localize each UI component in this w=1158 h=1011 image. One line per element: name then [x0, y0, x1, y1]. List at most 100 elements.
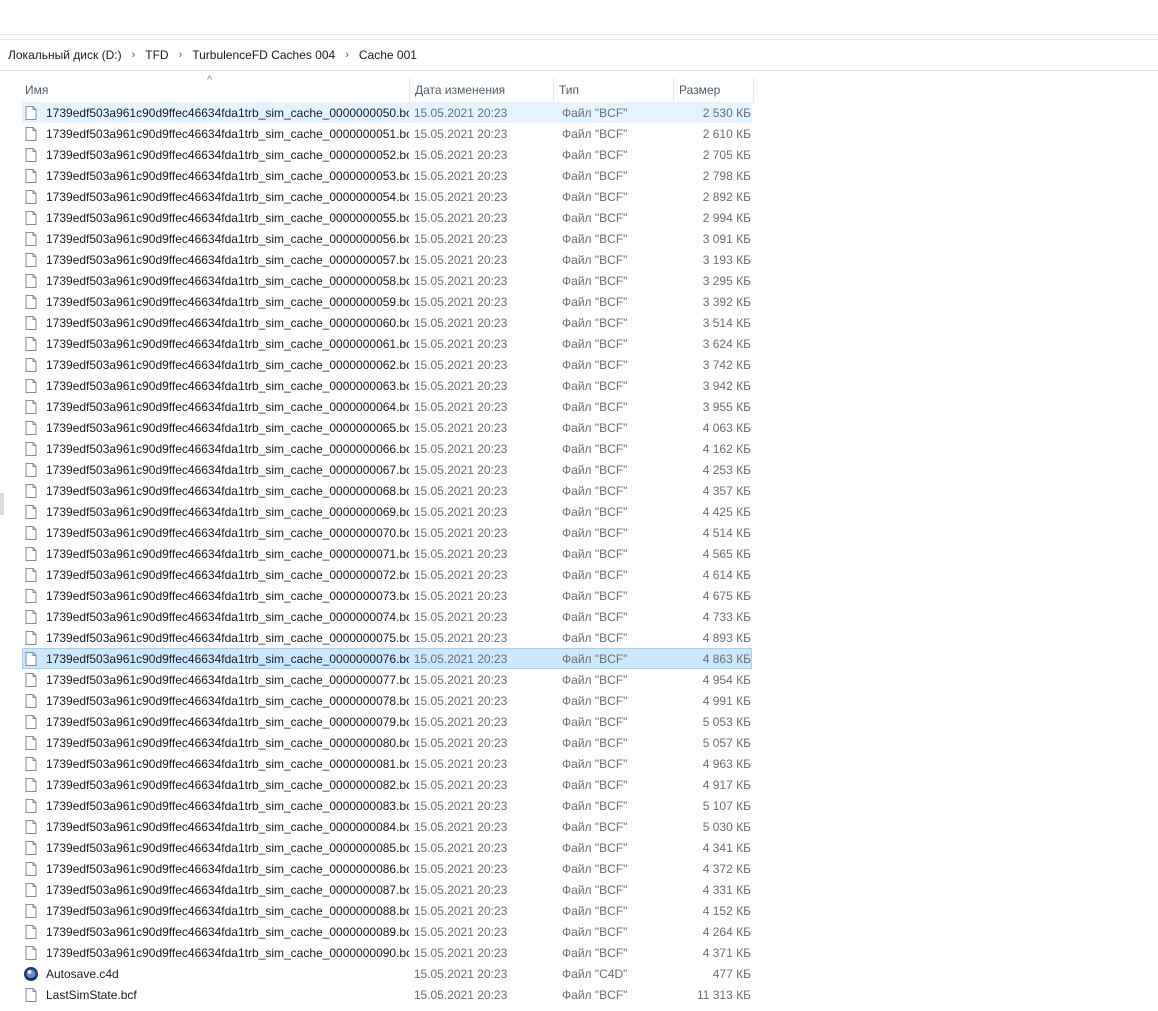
file-name-cell[interactable]: 1739edf503a961c90d9ffec46634fda1trb_sim_…: [23, 861, 409, 877]
file-name-cell[interactable]: Autosave.c4d: [23, 966, 409, 982]
file-name-cell[interactable]: 1739edf503a961c90d9ffec46634fda1trb_sim_…: [23, 840, 409, 856]
file-row[interactable]: 1739edf503a961c90d9ffec46634fda1trb_sim_…: [22, 291, 752, 312]
file-row[interactable]: 1739edf503a961c90d9ffec46634fda1trb_sim_…: [22, 711, 752, 732]
file-row[interactable]: 1739edf503a961c90d9ffec46634fda1trb_sim_…: [22, 543, 752, 564]
file-row[interactable]: 1739edf503a961c90d9ffec46634fda1trb_sim_…: [22, 207, 752, 228]
file-row[interactable]: 1739edf503a961c90d9ffec46634fda1trb_sim_…: [22, 837, 752, 858]
file-name-cell[interactable]: 1739edf503a961c90d9ffec46634fda1trb_sim_…: [23, 546, 409, 562]
file-name-cell[interactable]: 1739edf503a961c90d9ffec46634fda1trb_sim_…: [23, 315, 409, 331]
file-name-cell[interactable]: 1739edf503a961c90d9ffec46634fda1trb_sim_…: [23, 777, 409, 793]
file-name-cell[interactable]: 1739edf503a961c90d9ffec46634fda1trb_sim_…: [23, 903, 409, 919]
chevron-right-icon[interactable]: ›: [339, 49, 355, 61]
file-name-cell[interactable]: 1739edf503a961c90d9ffec46634fda1trb_sim_…: [23, 252, 409, 268]
column-header-type[interactable]: Тип: [554, 78, 674, 102]
file-row[interactable]: 1739edf503a961c90d9ffec46634fda1trb_sim_…: [22, 564, 752, 585]
file-row[interactable]: 1739edf503a961c90d9ffec46634fda1trb_sim_…: [22, 312, 752, 333]
file-row[interactable]: 1739edf503a961c90d9ffec46634fda1trb_sim_…: [22, 942, 752, 963]
file-row[interactable]: 1739edf503a961c90d9ffec46634fda1trb_sim_…: [22, 753, 752, 774]
column-header-date[interactable]: Дата изменения: [410, 78, 554, 102]
breadcrumb-current-folder[interactable]: Cache 001: [355, 48, 421, 62]
file-name-cell[interactable]: LastSimState.bcf: [23, 987, 409, 1003]
file-name-cell[interactable]: 1739edf503a961c90d9ffec46634fda1trb_sim_…: [23, 126, 409, 142]
file-name-cell[interactable]: 1739edf503a961c90d9ffec46634fda1trb_sim_…: [23, 735, 409, 751]
file-row[interactable]: 1739edf503a961c90d9ffec46634fda1trb_sim_…: [22, 228, 752, 249]
file-name-cell[interactable]: 1739edf503a961c90d9ffec46634fda1trb_sim_…: [23, 336, 409, 352]
file-row[interactable]: 1739edf503a961c90d9ffec46634fda1trb_sim_…: [22, 396, 752, 417]
file-name-cell[interactable]: 1739edf503a961c90d9ffec46634fda1trb_sim_…: [23, 294, 409, 310]
file-name-cell[interactable]: 1739edf503a961c90d9ffec46634fda1trb_sim_…: [23, 147, 409, 163]
file-name-cell[interactable]: 1739edf503a961c90d9ffec46634fda1trb_sim_…: [23, 525, 409, 541]
file-row[interactable]: 1739edf503a961c90d9ffec46634fda1trb_sim_…: [22, 501, 752, 522]
file-name-cell[interactable]: 1739edf503a961c90d9ffec46634fda1trb_sim_…: [23, 567, 409, 583]
breadcrumb-drive[interactable]: Локальный диск (D:): [0, 48, 126, 62]
file-row[interactable]: 1739edf503a961c90d9ffec46634fda1trb_sim_…: [22, 669, 752, 690]
chevron-right-icon[interactable]: ›: [173, 49, 189, 61]
file-name-cell[interactable]: 1739edf503a961c90d9ffec46634fda1trb_sim_…: [23, 399, 409, 415]
file-row[interactable]: 1739edf503a961c90d9ffec46634fda1trb_sim_…: [22, 690, 752, 711]
file-row[interactable]: LastSimState.bcf 15.05.2021 20:23 Файл "BC…: [22, 984, 752, 1005]
file-row[interactable]: 1739edf503a961c90d9ffec46634fda1trb_sim_…: [22, 648, 752, 669]
file-name-cell[interactable]: 1739edf503a961c90d9ffec46634fda1trb_sim_…: [23, 189, 409, 205]
file-row[interactable]: 1739edf503a961c90d9ffec46634fda1trb_sim_…: [22, 879, 752, 900]
file-row[interactable]: 1739edf503a961c90d9ffec46634fda1trb_sim_…: [22, 732, 752, 753]
file-name-cell[interactable]: 1739edf503a961c90d9ffec46634fda1trb_sim_…: [23, 588, 409, 604]
navigation-pane-splitter[interactable]: [0, 493, 4, 515]
breadcrumb-caches-folder[interactable]: TurbulenceFD Caches 004: [188, 48, 339, 62]
breadcrumb[interactable]: Локальный диск (D:) › TFD › TurbulenceFD…: [0, 40, 1158, 71]
file-row[interactable]: 1739edf503a961c90d9ffec46634fda1trb_sim_…: [22, 921, 752, 942]
file-row[interactable]: 1739edf503a961c90d9ffec46634fda1trb_sim_…: [22, 354, 752, 375]
file-row[interactable]: 1739edf503a961c90d9ffec46634fda1trb_sim_…: [22, 522, 752, 543]
file-name-cell[interactable]: 1739edf503a961c90d9ffec46634fda1trb_sim_…: [23, 441, 409, 457]
file-row[interactable]: Autosave.c4d 15.05.2021 20:23 Файл "C4D" 47…: [22, 963, 752, 984]
file-name-cell[interactable]: 1739edf503a961c90d9ffec46634fda1trb_sim_…: [23, 168, 409, 184]
file-name-cell[interactable]: 1739edf503a961c90d9ffec46634fda1trb_sim_…: [23, 651, 409, 667]
file-row[interactable]: 1739edf503a961c90d9ffec46634fda1trb_sim_…: [22, 123, 752, 144]
file-name-cell[interactable]: 1739edf503a961c90d9ffec46634fda1trb_sim_…: [23, 630, 409, 646]
file-row[interactable]: 1739edf503a961c90d9ffec46634fda1trb_sim_…: [22, 774, 752, 795]
file-row[interactable]: 1739edf503a961c90d9ffec46634fda1trb_sim_…: [22, 144, 752, 165]
file-name-cell[interactable]: 1739edf503a961c90d9ffec46634fda1trb_sim_…: [23, 609, 409, 625]
file-list[interactable]: ^ Имя Дата изменения Тип Размер 1739edf5…: [0, 72, 1158, 1011]
file-row[interactable]: 1739edf503a961c90d9ffec46634fda1trb_sim_…: [22, 795, 752, 816]
column-header-size[interactable]: Размер: [674, 78, 754, 102]
file-name-cell[interactable]: 1739edf503a961c90d9ffec46634fda1trb_sim_…: [23, 462, 409, 478]
column-header-name[interactable]: ^ Имя: [0, 74, 410, 102]
file-name-cell[interactable]: 1739edf503a961c90d9ffec46634fda1trb_sim_…: [23, 504, 409, 520]
file-row[interactable]: 1739edf503a961c90d9ffec46634fda1trb_sim_…: [22, 900, 752, 921]
file-row[interactable]: 1739edf503a961c90d9ffec46634fda1trb_sim_…: [22, 249, 752, 270]
file-row[interactable]: 1739edf503a961c90d9ffec46634fda1trb_sim_…: [22, 165, 752, 186]
file-row[interactable]: 1739edf503a961c90d9ffec46634fda1trb_sim_…: [22, 375, 752, 396]
file-row[interactable]: 1739edf503a961c90d9ffec46634fda1trb_sim_…: [22, 585, 752, 606]
file-row[interactable]: 1739edf503a961c90d9ffec46634fda1trb_sim_…: [22, 459, 752, 480]
file-name-cell[interactable]: 1739edf503a961c90d9ffec46634fda1trb_sim_…: [23, 882, 409, 898]
file-row[interactable]: 1739edf503a961c90d9ffec46634fda1trb_sim_…: [22, 186, 752, 207]
file-row[interactable]: 1739edf503a961c90d9ffec46634fda1trb_sim_…: [22, 270, 752, 291]
file-name-cell[interactable]: 1739edf503a961c90d9ffec46634fda1trb_sim_…: [23, 945, 409, 961]
file-name-cell[interactable]: 1739edf503a961c90d9ffec46634fda1trb_sim_…: [23, 672, 409, 688]
file-name-cell[interactable]: 1739edf503a961c90d9ffec46634fda1trb_sim_…: [23, 378, 409, 394]
file-name-cell[interactable]: 1739edf503a961c90d9ffec46634fda1trb_sim_…: [23, 798, 409, 814]
file-row[interactable]: 1739edf503a961c90d9ffec46634fda1trb_sim_…: [22, 417, 752, 438]
file-row[interactable]: 1739edf503a961c90d9ffec46634fda1trb_sim_…: [22, 627, 752, 648]
file-name-cell[interactable]: 1739edf503a961c90d9ffec46634fda1trb_sim_…: [23, 483, 409, 499]
file-name-cell[interactable]: 1739edf503a961c90d9ffec46634fda1trb_sim_…: [23, 924, 409, 940]
file-row[interactable]: 1739edf503a961c90d9ffec46634fda1trb_sim_…: [22, 102, 752, 123]
file-name-cell[interactable]: 1739edf503a961c90d9ffec46634fda1trb_sim_…: [23, 693, 409, 709]
file-name-cell[interactable]: 1739edf503a961c90d9ffec46634fda1trb_sim_…: [23, 273, 409, 289]
file-name-cell[interactable]: 1739edf503a961c90d9ffec46634fda1trb_sim_…: [23, 357, 409, 373]
file-row[interactable]: 1739edf503a961c90d9ffec46634fda1trb_sim_…: [22, 438, 752, 459]
file-row[interactable]: 1739edf503a961c90d9ffec46634fda1trb_sim_…: [22, 816, 752, 837]
file-name-cell[interactable]: 1739edf503a961c90d9ffec46634fda1trb_sim_…: [23, 210, 409, 226]
file-name-cell[interactable]: 1739edf503a961c90d9ffec46634fda1trb_sim_…: [23, 819, 409, 835]
file-row[interactable]: 1739edf503a961c90d9ffec46634fda1trb_sim_…: [22, 858, 752, 879]
file-name-cell[interactable]: 1739edf503a961c90d9ffec46634fda1trb_sim_…: [23, 105, 409, 121]
file-row[interactable]: 1739edf503a961c90d9ffec46634fda1trb_sim_…: [22, 606, 752, 627]
file-row[interactable]: 1739edf503a961c90d9ffec46634fda1trb_sim_…: [22, 333, 752, 354]
file-name-cell[interactable]: 1739edf503a961c90d9ffec46634fda1trb_sim_…: [23, 420, 409, 436]
breadcrumb-tfd[interactable]: TFD: [141, 48, 172, 62]
file-name-cell[interactable]: 1739edf503a961c90d9ffec46634fda1trb_sim_…: [23, 714, 409, 730]
file-name-cell[interactable]: 1739edf503a961c90d9ffec46634fda1trb_sim_…: [23, 231, 409, 247]
chevron-right-icon[interactable]: ›: [126, 49, 142, 61]
file-row[interactable]: 1739edf503a961c90d9ffec46634fda1trb_sim_…: [22, 480, 752, 501]
file-name-cell[interactable]: 1739edf503a961c90d9ffec46634fda1trb_sim_…: [23, 756, 409, 772]
